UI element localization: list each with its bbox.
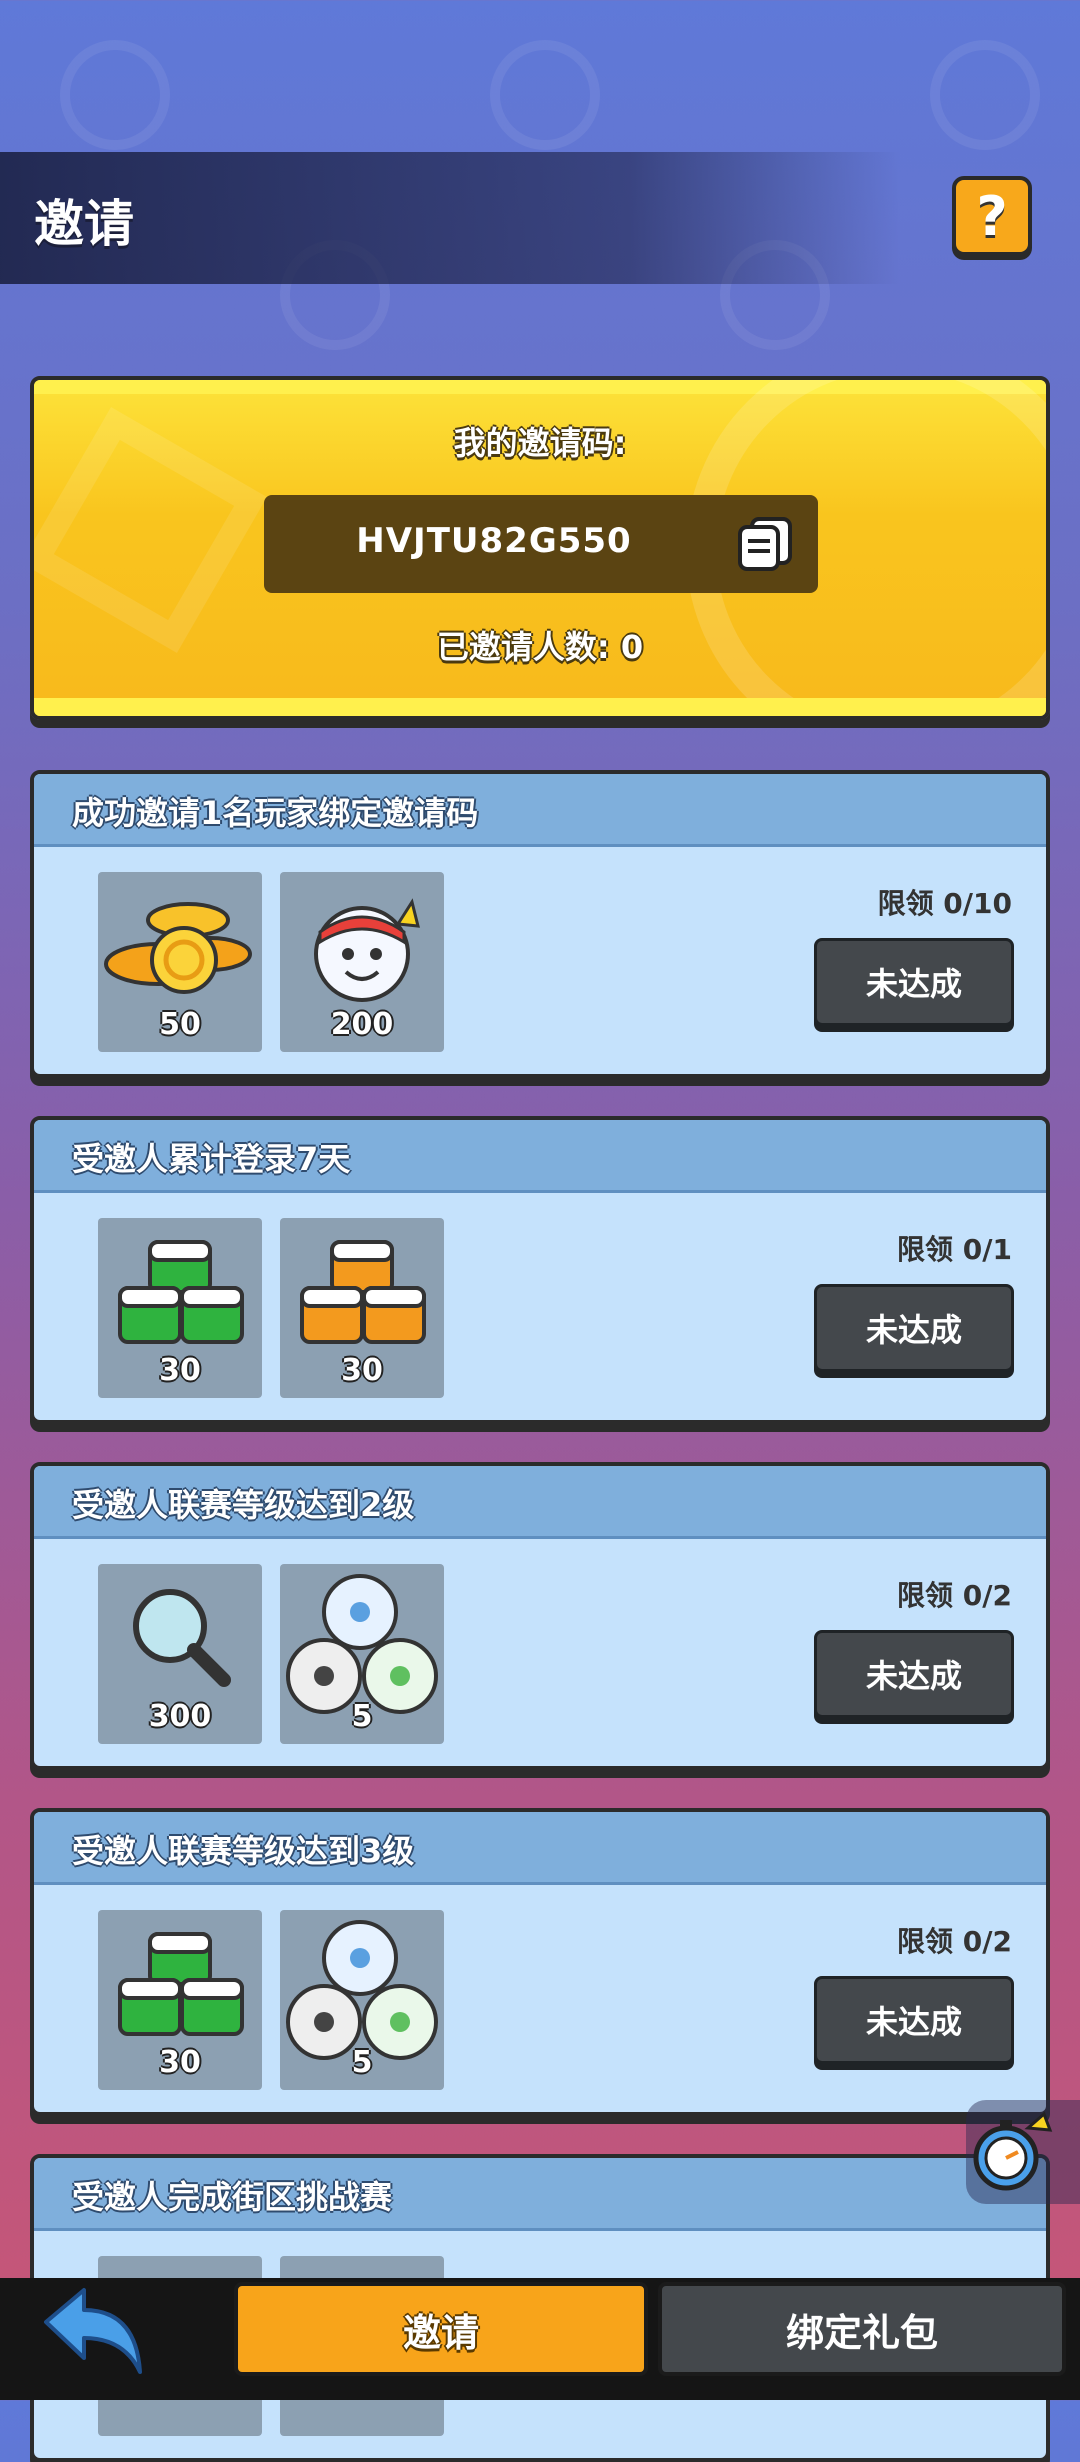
green-energy-boxes-icon — [118, 1932, 244, 2036]
claim-status-button[interactable]: 未达成 — [814, 1976, 1014, 2064]
task-card: 受邀人联赛等级达到3级 30 5 限领 0/2 未达成 — [30, 1808, 1050, 2116]
tab-bind-gift[interactable]: 绑定礼包 — [658, 2282, 1066, 2376]
back-arrow-icon — [44, 2288, 142, 2374]
task-header: 受邀人完成街区挑战赛 — [34, 2158, 1046, 2231]
task-header: 受邀人联赛等级达到2级 — [34, 1466, 1046, 1539]
stopwatch-icon — [973, 2111, 1053, 2191]
gold-coins-icon — [104, 902, 252, 994]
reward-item[interactable]: 50 — [98, 872, 262, 1052]
claim-limit: 限领 0/10 — [877, 887, 1012, 920]
reward-quantity: 30 — [341, 1353, 383, 1388]
background-ball-decoration — [490, 40, 600, 150]
invited-count: 已邀请人数: 0 — [436, 628, 644, 666]
task-card: 受邀人累计登录7天 30 30 限领 0/1 未达成 — [30, 1116, 1050, 1424]
task-header: 受邀人累计登录7天 — [34, 1120, 1046, 1193]
reward-item[interactable]: 30 — [98, 1910, 262, 2090]
reward-quantity: 300 — [148, 1699, 212, 1734]
invite-code-label: 我的邀请码: — [453, 424, 627, 462]
claim-status-button[interactable]: 未达成 — [814, 938, 1014, 1026]
green-energy-boxes-icon — [118, 1240, 244, 1344]
reward-quantity: 50 — [159, 1007, 201, 1042]
claim-limit: 限领 0/2 — [897, 1579, 1012, 1612]
invite-code-card: 我的邀请码: HVJTU82G550 已邀请人数: 0 — [30, 376, 1050, 720]
soccer-balls-icon — [286, 1920, 438, 2060]
claim-status-button[interactable]: 未达成 — [814, 1284, 1014, 1372]
reward-quantity: 200 — [330, 1007, 394, 1042]
task-title: 受邀人累计登录7天 — [72, 1140, 351, 1178]
question-mark-icon: ? — [976, 184, 1008, 248]
copy-icon — [738, 517, 792, 571]
task-title: 受邀人联赛等级达到3级 — [72, 1832, 415, 1870]
task-header: 受邀人联赛等级达到3级 — [34, 1812, 1046, 1885]
task-header: 成功邀请1名玩家绑定邀请码 — [34, 774, 1046, 847]
copy-button[interactable] — [734, 513, 796, 575]
reward-item[interactable]: 200 — [280, 872, 444, 1052]
mascot-head-icon — [314, 898, 420, 1002]
reward-quantity: 30 — [159, 1353, 201, 1388]
back-button[interactable] — [40, 2282, 150, 2382]
reward-item[interactable]: 5 — [280, 1910, 444, 2090]
claim-status-button[interactable]: 未达成 — [814, 1630, 1014, 1718]
invite-code-value: HVJTU82G550 — [356, 521, 632, 561]
claim-limit: 限领 0/2 — [897, 1925, 1012, 1958]
reward-item[interactable]: 30 — [280, 1218, 444, 1398]
reward-item[interactable]: 5 — [280, 1564, 444, 1744]
task-title: 受邀人联赛等级达到2级 — [72, 1486, 415, 1524]
magnifier-icon — [133, 1589, 231, 1687]
task-card: 成功邀请1名玩家绑定邀请码 50 200 限领 0/10 未达成 — [30, 770, 1050, 1078]
task-card: 受邀人联赛等级达到2级 300 5 限领 0/2 未达成 — [30, 1462, 1050, 1770]
event-timer-button[interactable] — [966, 2100, 1080, 2204]
claim-limit: 限领 0/1 — [897, 1233, 1012, 1266]
invite-code-box: HVJTU82G550 — [264, 495, 818, 593]
tab-invite[interactable]: 邀请 — [234, 2282, 648, 2376]
background-ball-decoration — [60, 40, 170, 150]
task-title: 受邀人完成街区挑战赛 — [72, 2178, 393, 2216]
reward-item[interactable]: 30 — [98, 1218, 262, 1398]
reward-quantity: 30 — [159, 2045, 201, 2080]
reward-quantity: 5 — [351, 1699, 373, 1734]
reward-item[interactable]: 300 — [98, 1564, 262, 1744]
orange-energy-boxes-icon — [300, 1240, 426, 1344]
background-ball-decoration — [930, 40, 1040, 150]
header-bar — [0, 152, 900, 284]
task-title: 成功邀请1名玩家绑定邀请码 — [72, 794, 479, 832]
help-button[interactable]: ? — [952, 176, 1032, 256]
page-title: 邀请 — [34, 195, 134, 253]
reward-quantity: 5 — [351, 2045, 373, 2080]
soccer-balls-icon — [286, 1574, 438, 1714]
